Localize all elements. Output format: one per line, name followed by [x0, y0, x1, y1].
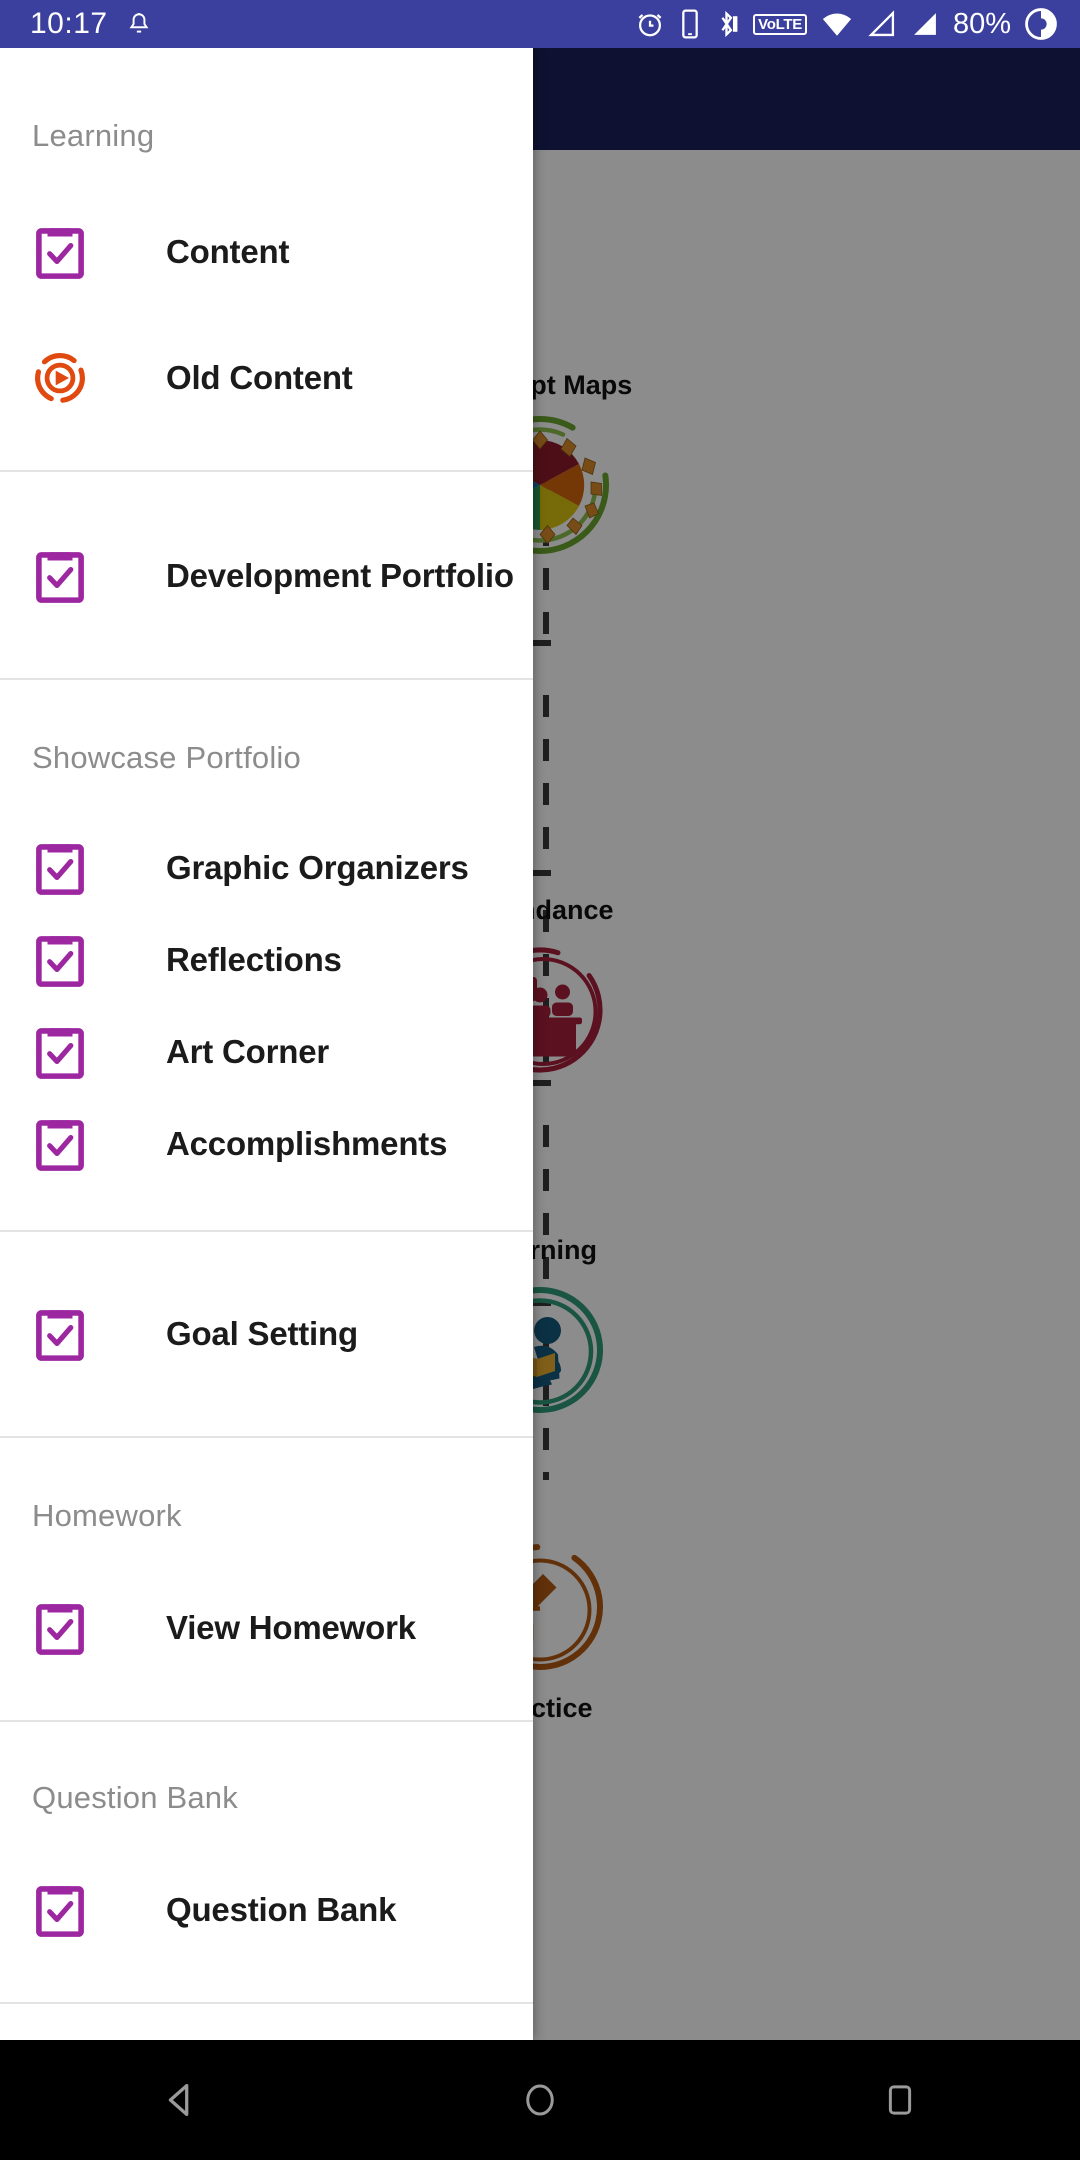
clipboard-check-icon — [32, 1116, 88, 1172]
play-circle-icon — [32, 350, 88, 406]
section-header-showcase-portfolio: Showcase Portfolio — [32, 740, 301, 775]
section-header-question-bank: Question Bank — [32, 1780, 238, 1815]
status-bar: 10:17 VoLTE 80% — [0, 0, 1080, 48]
clipboard-check-icon — [32, 224, 88, 280]
drawer-divider — [0, 1436, 533, 1438]
drawer-divider — [0, 1230, 533, 1232]
drawer-divider — [0, 678, 533, 680]
screen-record-icon — [1024, 7, 1058, 41]
recents-square-icon[interactable] — [810, 2079, 990, 2121]
volte-icon: VoLTE — [753, 13, 807, 35]
drawer-item-label: Old Content — [166, 359, 353, 396]
clipboard-check-icon — [32, 1024, 88, 1080]
navigation-drawer[interactable]: Learning Content Old Content Development… — [0, 48, 533, 2040]
drawer-divider — [0, 1720, 533, 1722]
drawer-item-goal-setting[interactable]: Goal Setting — [0, 1288, 533, 1380]
home-circle-icon[interactable] — [450, 2079, 630, 2121]
battery-percent-label: 80% — [952, 7, 1011, 40]
drawer-divider — [0, 470, 533, 472]
drawer-item-label: Development Portfolio — [166, 557, 514, 594]
alarm-icon — [634, 8, 666, 40]
clipboard-check-icon — [32, 932, 88, 988]
drawer-item-label: Question Bank — [166, 1891, 397, 1928]
drawer-item-label: Content — [166, 233, 290, 270]
clipboard-check-icon — [32, 548, 88, 604]
drawer-group-question-bank: Question Bank Question Bank — [0, 1780, 533, 1956]
drawer-item-label: Accomplishments — [166, 1125, 448, 1162]
drawer-group-goal-setting: Goal Setting — [0, 1288, 533, 1380]
back-triangle-icon[interactable] — [90, 2077, 270, 2123]
status-clock: 10:17 — [30, 7, 108, 40]
drawer-item-label: Art Corner — [166, 1033, 330, 1070]
android-navigation-bar — [0, 2040, 1080, 2160]
drawer-group-showcase-portfolio: Showcase Portfolio Graphic Organizers Re… — [0, 740, 533, 1190]
drawer-item-development-portfolio[interactable]: Development Portfolio — [0, 530, 533, 622]
section-header-homework: Homework — [32, 1498, 182, 1533]
drawer-item-graphic-organizers[interactable]: Graphic Organizers — [0, 822, 533, 914]
drawer-item-accomplishments[interactable]: Accomplishments — [0, 1098, 533, 1190]
wifi-icon — [820, 9, 854, 39]
drawer-item-label: Reflections — [166, 941, 342, 978]
section-header-learning: Learning — [32, 118, 155, 153]
clipboard-check-icon — [32, 1306, 88, 1362]
clipboard-check-icon — [32, 840, 88, 896]
bluetooth-icon — [714, 8, 740, 40]
drawer-item-content[interactable]: Content — [0, 206, 533, 298]
drawer-group-homework: Homework View Homework — [0, 1498, 533, 1674]
drawer-item-reflections[interactable]: Reflections — [0, 914, 533, 1006]
clipboard-check-icon — [32, 1600, 88, 1656]
drawer-item-art-corner[interactable]: Art Corner — [0, 1006, 533, 1098]
signal-2-icon — [910, 9, 940, 39]
drawer-item-label: Graphic Organizers — [166, 849, 469, 886]
drawer-group-development-portfolio: Development Portfolio — [0, 530, 533, 622]
signal-1-icon — [867, 9, 897, 39]
drawer-item-label: View Homework — [166, 1609, 416, 1646]
drawer-item-view-homework[interactable]: View Homework — [0, 1582, 533, 1674]
clipboard-check-icon — [32, 1882, 88, 1938]
drawer-item-old-content[interactable]: Old Content — [0, 332, 533, 424]
drawer-divider — [0, 2002, 533, 2004]
drawer-group-learning: Learning Content Old Content — [0, 118, 533, 424]
phone-icon — [679, 8, 701, 40]
drawer-item-label: Goal Setting — [166, 1315, 358, 1352]
drawer-item-question-bank[interactable]: Question Bank — [0, 1864, 533, 1956]
notification-bell-icon — [126, 9, 152, 39]
